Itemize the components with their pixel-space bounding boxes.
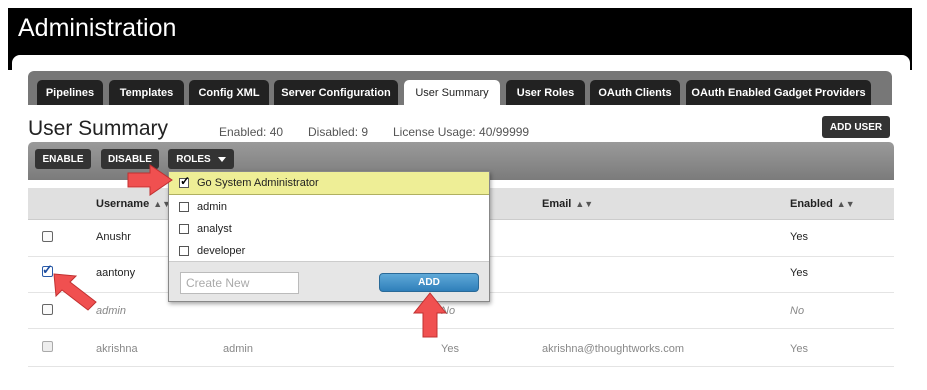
enabled-cell: No <box>790 305 805 317</box>
create-role-input[interactable] <box>180 272 299 294</box>
enabled-cell: Yes <box>790 267 808 279</box>
enabled-count: Enabled: 40 <box>219 125 284 139</box>
role-label: admin <box>197 201 227 213</box>
column-enabled[interactable]: Enabled ▲▼ <box>790 198 855 210</box>
license-usage: License Usage: 40/99999 <box>393 125 530 139</box>
username-cell: Anushr <box>96 231 131 243</box>
role-checkbox[interactable] <box>179 246 189 256</box>
role-option-analyst[interactable]: analyst <box>169 218 489 240</box>
role-checkbox[interactable] <box>179 202 189 212</box>
column-email[interactable]: Email ▲▼ <box>542 198 593 210</box>
role-label: Go System Administrator <box>197 177 319 189</box>
roles-dropdown: Go System Administrator admin analyst de… <box>168 171 490 302</box>
enabled-cell: Yes <box>790 231 808 243</box>
role-option-go-system-administrator[interactable]: Go System Administrator <box>169 172 489 195</box>
column-email-label: Email <box>542 198 572 210</box>
role-option-admin[interactable]: admin <box>169 196 489 218</box>
tab-server-configuration[interactable]: Server Configuration <box>274 80 398 105</box>
sort-icon: ▲▼ <box>575 199 594 209</box>
roles-cell: admin <box>223 343 253 355</box>
sort-icon: ▲▼ <box>836 199 855 209</box>
column-username-label: Username <box>96 198 150 210</box>
chevron-down-icon <box>217 156 226 162</box>
role-checkbox[interactable] <box>179 174 190 188</box>
page-title: User Summary <box>28 117 169 140</box>
add-role-button[interactable]: ADD <box>379 273 479 292</box>
app-title: Administration <box>18 14 177 42</box>
row-checkbox[interactable] <box>42 231 53 242</box>
roles-dropdown-button[interactable]: ROLES <box>168 149 234 169</box>
enable-button[interactable]: ENABLE <box>35 149 91 169</box>
annotation-arrow-upleft-icon <box>53 273 97 311</box>
username-cell: admin <box>96 305 126 317</box>
role-label: developer <box>197 245 246 257</box>
tab-user-summary[interactable]: User Summary <box>404 80 500 106</box>
role-checkbox[interactable] <box>179 224 189 234</box>
username-cell: aantony <box>96 267 136 279</box>
tab-oauth-clients[interactable]: OAuth Clients <box>590 80 680 105</box>
row-checkbox[interactable] <box>42 341 53 352</box>
role-label: analyst <box>197 223 232 235</box>
tab-pipelines[interactable]: Pipelines <box>37 80 103 105</box>
annotation-arrow-up-icon <box>412 292 448 338</box>
add-user-button[interactable]: ADD USER <box>822 116 890 138</box>
column-username[interactable]: Username ▲▼ <box>96 198 171 210</box>
table-row <box>28 329 894 367</box>
roles-label: ROLES <box>176 153 211 165</box>
tab-config-xml[interactable]: Config XML <box>189 80 269 105</box>
tab-templates[interactable]: Templates <box>109 80 184 105</box>
annotation-arrow-right-icon <box>127 164 173 196</box>
tab-user-roles[interactable]: User Roles <box>506 80 585 105</box>
role-option-developer[interactable]: developer <box>169 240 489 262</box>
column-enabled-label: Enabled <box>790 198 833 210</box>
email-cell: akrishna@thoughtworks.com <box>542 343 685 355</box>
admin-cell: Yes <box>441 343 459 355</box>
disabled-count: Disabled: 9 <box>308 125 369 139</box>
tab-oauth-gadget-providers[interactable]: OAuth Enabled Gadget Providers <box>686 80 871 105</box>
enabled-cell: Yes <box>790 343 808 355</box>
username-cell: akrishna <box>96 343 138 355</box>
